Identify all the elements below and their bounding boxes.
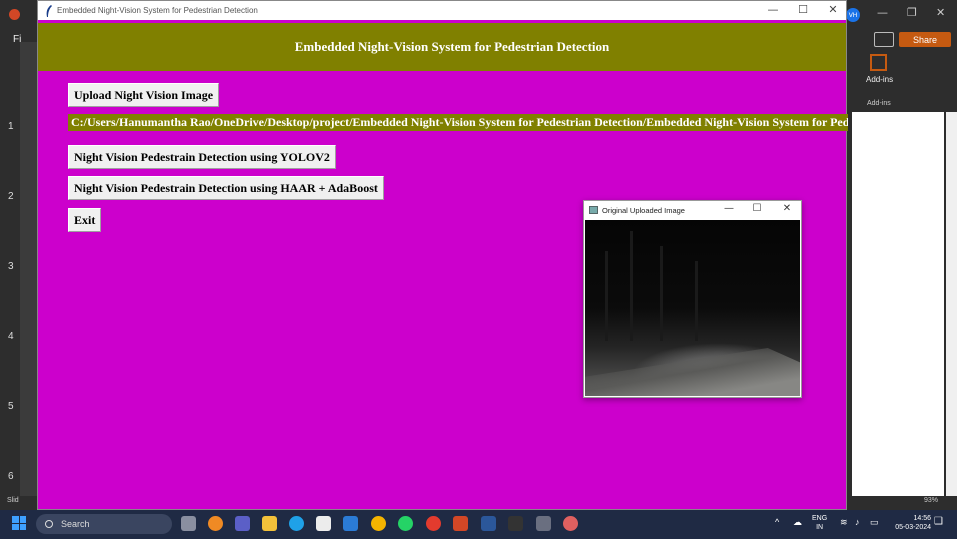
file-path-label: C:/Users/Hanumantha Rao/OneDrive/Desktop…	[68, 114, 848, 131]
image-window: Original Uploaded Image — ☐ ✕	[583, 200, 802, 398]
minimize-icon[interactable]: —	[877, 6, 888, 19]
addins-button-label[interactable]: Add-ins	[866, 75, 893, 84]
status-slide-text: Slid	[7, 497, 19, 504]
minimize-icon[interactable]: —	[719, 203, 739, 214]
search-placeholder: Search	[61, 519, 90, 529]
language-label: ENG	[812, 515, 828, 522]
minimize-icon[interactable]: —	[758, 3, 788, 16]
ruler-number: 6	[8, 471, 14, 482]
chrome-icon[interactable]	[426, 516, 441, 531]
close-icon[interactable]: ✕	[936, 6, 945, 19]
search-icon	[45, 520, 53, 528]
battery-icon[interactable]: ▭	[870, 518, 879, 527]
ruler-number: 1	[8, 121, 14, 132]
chrome-profile-icon[interactable]	[563, 516, 578, 531]
window-title: Embedded Night-Vision System for Pedestr…	[57, 6, 258, 15]
windows-start-icon[interactable]	[12, 516, 26, 530]
vertical-scrollbar[interactable]	[946, 112, 957, 510]
tree-silhouette	[630, 231, 633, 341]
main-window-titlebar[interactable]: Embedded Night-Vision System for Pedestr…	[38, 1, 846, 20]
ruler-number: 5	[8, 401, 14, 412]
feather-icon	[46, 4, 52, 17]
word-icon[interactable]	[481, 516, 496, 531]
region-label: IN	[816, 524, 824, 531]
share-button[interactable]: Share	[899, 32, 951, 47]
addins-group-label: Add-ins	[867, 100, 891, 107]
ruler-number: 4	[8, 331, 14, 342]
night-road-image	[585, 220, 800, 396]
exit-button[interactable]: Exit	[68, 208, 102, 232]
upload-image-button[interactable]: Upload Night Vision Image	[68, 83, 220, 107]
ruler-number: 2	[8, 191, 14, 202]
whatsapp-icon[interactable]	[398, 516, 413, 531]
clock-date: 05-03-2024	[895, 524, 931, 531]
file-explorer-icon[interactable]	[262, 516, 277, 531]
tray-chevron-icon[interactable]: ^	[775, 518, 779, 527]
teams-icon[interactable]	[235, 516, 250, 531]
image-window-titlebar[interactable]: Original Uploaded Image — ☐ ✕	[584, 201, 801, 219]
maximize-icon[interactable]: ☐	[747, 203, 767, 214]
terminal-icon[interactable]	[508, 516, 523, 531]
zoom-level[interactable]: 93%	[924, 497, 938, 504]
maximize-icon[interactable]: ☐	[788, 3, 818, 16]
language-indicator[interactable]: ENG IN	[812, 514, 827, 532]
clock[interactable]: 14:56 05-03-2024	[889, 514, 931, 532]
cloud-icon[interactable]: ☁	[793, 518, 802, 527]
powerpoint-logo-icon	[9, 9, 20, 20]
haar-adaboost-detection-button[interactable]: Night Vision Pedestrain Detection using …	[68, 176, 384, 200]
edge-icon[interactable]	[289, 516, 304, 531]
powerpoint-icon[interactable]	[453, 516, 468, 531]
clock-time: 14:56	[913, 515, 931, 522]
close-icon[interactable]: ✕	[777, 203, 797, 214]
tree-silhouette	[695, 261, 698, 341]
mail-icon[interactable]	[343, 516, 358, 531]
powerpoint-left-pane: Fi	[0, 0, 37, 510]
road-surface	[585, 348, 800, 396]
restore-icon[interactable]: ❐	[907, 6, 917, 19]
store-icon[interactable]	[316, 516, 331, 531]
comments-icon[interactable]	[874, 32, 894, 47]
tree-silhouette	[660, 246, 663, 341]
wifi-icon[interactable]: ≋	[840, 518, 848, 527]
taskbar-search[interactable]: Search	[36, 514, 172, 534]
image-window-icon	[589, 206, 598, 214]
python-window-icon[interactable]	[536, 516, 551, 531]
slide-canvas[interactable]	[852, 112, 944, 510]
task-view-icon[interactable]	[181, 516, 196, 531]
image-window-title: Original Uploaded Image	[602, 205, 685, 215]
ruler-number: 3	[8, 261, 14, 272]
slide-ruler	[20, 42, 37, 510]
notification-icon[interactable]: ❑	[934, 517, 943, 527]
volume-icon[interactable]: ♪	[855, 518, 860, 527]
avatar[interactable]: VH	[846, 8, 860, 22]
share-label: Share	[912, 34, 938, 45]
python-icon[interactable]	[371, 516, 386, 531]
yolo-detection-button[interactable]: Night Vision Pedestrain Detection using …	[68, 145, 336, 169]
app-icon[interactable]	[208, 516, 223, 531]
page-title: Embedded Night-Vision System for Pedestr…	[38, 23, 846, 71]
tree-silhouette	[605, 251, 608, 341]
close-icon[interactable]: ✕	[818, 3, 848, 16]
addins-icon[interactable]	[870, 54, 887, 71]
